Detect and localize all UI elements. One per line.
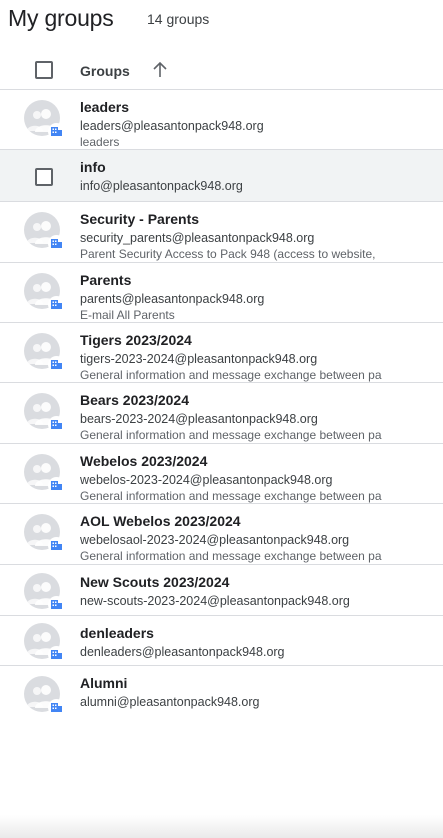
page-title: My groups [8,5,114,31]
scroll-fade [0,815,443,838]
group-row-info[interactable]: info info@pleasantonpack948.org [0,150,443,202]
group-name[interactable]: Tigers 2023/2024 [80,332,192,348]
group-row-security-parents[interactable]: Security - Parents security_parents@plea… [0,202,443,263]
directory-badge-icon [48,296,65,313]
group-description: General information and message exchange… [80,549,382,563]
directory-badge-icon [48,699,65,716]
group-email: tigers-2023-2024@pleasantonpack948.org [80,352,318,366]
group-description: General information and message exchange… [80,428,382,442]
group-name[interactable]: AOL Webelos 2023/2024 [80,513,241,529]
group-name[interactable]: Security - Parents [80,211,199,227]
group-name[interactable]: Parents [80,272,131,288]
directory-badge-icon [48,123,65,140]
group-row-parents[interactable]: Parents parents@pleasantonpack948.org E-… [0,263,443,323]
group-row-webelos[interactable]: Webelos 2023/2024 webelos-2023-2024@plea… [0,444,443,504]
arrow-up-icon[interactable] [152,61,168,79]
group-name[interactable]: New Scouts 2023/2024 [80,574,229,590]
group-email: bears-2023-2024@pleasantonpack948.org [80,412,318,426]
directory-badge-icon [48,596,65,613]
group-email: webelosaol-2023-2024@pleasantonpack948.o… [80,533,350,547]
directory-badge-icon [48,646,65,663]
group-email: alumni@pleasantonpack948.org [80,695,260,709]
group-count: 14 groups [147,11,210,27]
column-header: Groups [0,50,443,90]
group-description: Parent Security Access to Pack 948 (acce… [80,247,376,261]
group-row-aol-webelos[interactable]: AOL Webelos 2023/2024 webelosaol-2023-20… [0,504,443,565]
groups-column-label[interactable]: Groups [80,63,130,79]
group-name[interactable]: denleaders [80,625,154,641]
directory-badge-icon [48,235,65,252]
select-all-checkbox[interactable] [35,61,53,79]
directory-badge-icon [48,356,65,373]
group-name[interactable]: leaders [80,99,129,115]
group-name[interactable]: Alumni [80,675,127,691]
group-email: parents@pleasantonpack948.org [80,292,265,306]
directory-badge-icon [48,477,65,494]
page-header: My groups 14 groups [0,0,443,40]
directory-badge-icon [48,537,65,554]
group-name[interactable]: info [80,159,106,175]
row-checkbox[interactable] [35,168,53,186]
group-description: General information and message exchange… [80,368,382,382]
group-description: leaders [80,135,120,149]
group-row-tigers[interactable]: Tigers 2023/2024 tigers-2023-2024@pleasa… [0,323,443,383]
group-name[interactable]: Webelos 2023/2024 [80,453,207,469]
group-email: info@pleasantonpack948.org [80,179,243,193]
group-description: General information and message exchange… [80,489,382,503]
group-email: new-scouts-2023-2024@pleasantonpack948.o… [80,594,350,608]
group-description: E-mail All Parents [80,308,175,322]
group-row-leaders[interactable]: leaders leaders@pleasantonpack948.org le… [0,90,443,150]
group-row-denleaders[interactable]: denleaders denleaders@pleasantonpack948.… [0,616,443,666]
group-email: security_parents@pleasantonpack948.org [80,231,315,245]
group-email: denleaders@pleasantonpack948.org [80,645,285,659]
group-row-bears[interactable]: Bears 2023/2024 bears-2023-2024@pleasant… [0,383,443,444]
directory-badge-icon [48,416,65,433]
group-row-alumni[interactable]: Alumni alumni@pleasantonpack948.org [0,666,443,746]
group-email: leaders@pleasantonpack948.org [80,119,264,133]
group-name[interactable]: Bears 2023/2024 [80,392,189,408]
group-row-new-scouts[interactable]: New Scouts 2023/2024 new-scouts-2023-202… [0,565,443,616]
group-email: webelos-2023-2024@pleasantonpack948.org [80,473,333,487]
